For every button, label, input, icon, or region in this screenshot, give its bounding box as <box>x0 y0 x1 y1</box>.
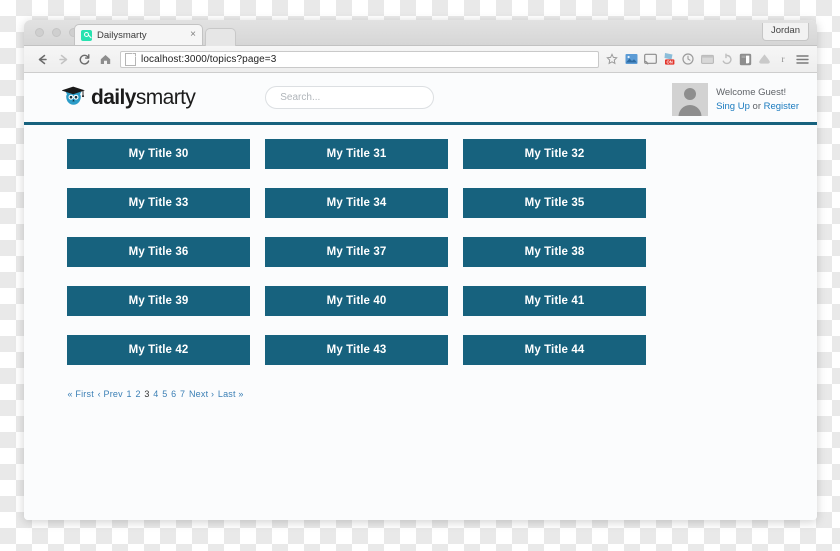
pagination-page-4[interactable]: 4 <box>153 389 159 399</box>
menu-icon[interactable] <box>795 52 809 66</box>
avatar-head <box>684 88 697 100</box>
window-extension-icon[interactable] <box>700 52 714 66</box>
minimize-window-button[interactable] <box>52 28 61 37</box>
address-bar-url: localhost:3000/topics?page=3 <box>141 53 277 65</box>
pagination-next[interactable]: Next › <box>188 389 214 399</box>
topic-card[interactable]: My Title 34 <box>265 188 448 218</box>
browser-window: Dailysmarty × Jordan localhost:3000/topi… <box>24 20 817 520</box>
register-link[interactable]: Register <box>764 101 799 112</box>
clock-extension-icon[interactable] <box>681 52 695 66</box>
sign-up-link[interactable]: Sing Up <box>716 101 750 112</box>
pagination-page-7[interactable]: 7 <box>180 389 186 399</box>
pagination-prev[interactable]: ‹ Prev <box>97 389 123 399</box>
page-viewport: dailysmarty Welcome Guest! Sing Up or Re… <box>24 73 817 520</box>
topic-card[interactable]: My Title 42 <box>67 335 250 365</box>
topic-card[interactable]: My Title 40 <box>265 286 448 316</box>
pagination-page-2[interactable]: 2 <box>135 389 141 399</box>
site-header: dailysmarty Welcome Guest! Sing Up or Re… <box>24 73 817 125</box>
browser-toolbar: localhost:3000/topics?page=3 ON r <box>24 46 817 73</box>
close-icon[interactable]: × <box>190 30 196 40</box>
topic-card-grid: My Title 30 My Title 31 My Title 32 My T… <box>67 139 795 365</box>
topic-card[interactable]: My Title 31 <box>265 139 448 169</box>
evernote-extension-icon[interactable] <box>738 52 752 66</box>
page-content: My Title 30 My Title 31 My Title 32 My T… <box>24 125 817 399</box>
user-panel: Welcome Guest! Sing Up or Register <box>672 83 799 116</box>
topic-card[interactable]: My Title 30 <box>67 139 250 169</box>
browser-extensions: ON r <box>603 52 809 66</box>
pagination-page-current: 3 <box>144 389 150 399</box>
pagination: « First ‹ Prev 1 2 3 4 5 6 7 Next › Last… <box>67 389 795 399</box>
search-input[interactable] <box>265 86 435 109</box>
star-icon[interactable] <box>605 52 619 66</box>
home-icon[interactable] <box>95 49 116 69</box>
topic-card[interactable]: My Title 44 <box>463 335 646 365</box>
user-text: Welcome Guest! Sing Up or Register <box>716 86 799 114</box>
topic-card[interactable]: My Title 36 <box>67 237 250 267</box>
pagination-page-1[interactable]: 1 <box>126 389 132 399</box>
auth-links: Sing Up or Register <box>716 100 799 114</box>
dailysmarty-favicon-icon <box>81 29 92 41</box>
cast-extension-icon[interactable] <box>643 52 657 66</box>
topic-card[interactable]: My Title 37 <box>265 237 448 267</box>
auth-or-label: or <box>752 100 761 112</box>
drive-extension-icon[interactable] <box>757 52 771 66</box>
pagination-last[interactable]: Last » <box>217 389 244 399</box>
reload-icon[interactable] <box>74 49 95 69</box>
browser-tab-strip: Dailysmarty × Jordan <box>24 20 817 46</box>
r-extension-icon[interactable]: r <box>776 52 790 66</box>
topic-card[interactable]: My Title 35 <box>463 188 646 218</box>
topic-card[interactable]: My Title 32 <box>463 139 646 169</box>
owl-graduate-icon <box>61 86 88 110</box>
svg-text:ON: ON <box>667 60 673 65</box>
topic-card[interactable]: My Title 33 <box>67 188 250 218</box>
topic-card[interactable]: My Title 39 <box>67 286 250 316</box>
topic-card[interactable]: My Title 43 <box>265 335 448 365</box>
link-extension-icon[interactable] <box>719 52 733 66</box>
browser-tab[interactable]: Dailysmarty × <box>74 24 203 45</box>
browser-tab-title: Dailysmarty <box>97 29 147 41</box>
topic-card[interactable]: My Title 41 <box>463 286 646 316</box>
site-logo[interactable]: dailysmarty <box>61 86 196 110</box>
topic-card[interactable]: My Title 38 <box>463 237 646 267</box>
avatar-body <box>678 105 702 116</box>
address-bar[interactable]: localhost:3000/topics?page=3 <box>120 50 599 68</box>
welcome-message: Welcome Guest! <box>716 86 787 98</box>
back-arrow-icon[interactable] <box>32 49 53 69</box>
page-document-icon <box>125 52 136 66</box>
site-logo-text: dailysmarty <box>91 86 196 109</box>
honey-extension-icon[interactable]: ON <box>662 52 676 66</box>
search-container <box>265 86 435 109</box>
avatar <box>672 83 709 116</box>
pagination-page-5[interactable]: 5 <box>162 389 168 399</box>
browser-profile-chip[interactable]: Jordan <box>761 23 809 41</box>
pagination-page-6[interactable]: 6 <box>171 389 177 399</box>
photo-extension-icon[interactable] <box>624 52 638 66</box>
forward-arrow-icon[interactable] <box>53 49 74 69</box>
pagination-first[interactable]: « First <box>67 389 94 399</box>
site-logo-text-light: smarty <box>135 86 196 109</box>
close-window-button[interactable] <box>35 28 44 37</box>
new-tab-button[interactable] <box>205 28 236 46</box>
window-controls[interactable] <box>35 28 78 37</box>
site-logo-text-bold: daily <box>91 86 136 109</box>
